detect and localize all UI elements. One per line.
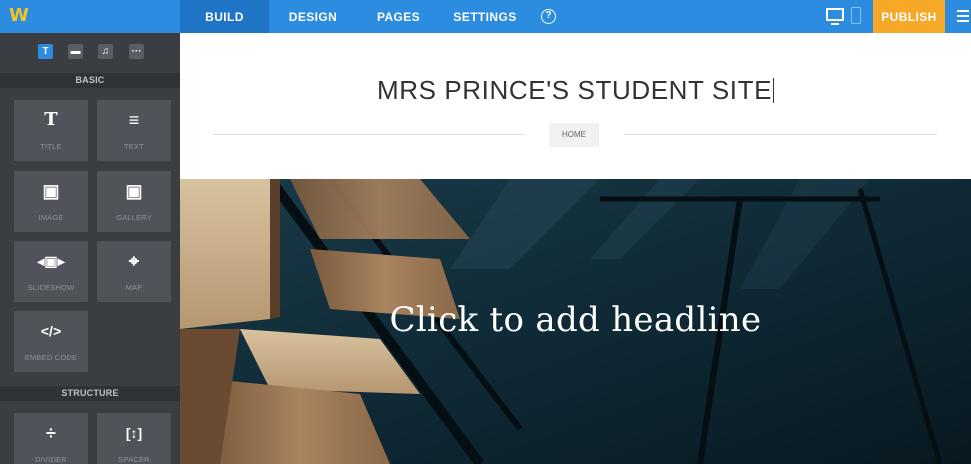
slideshow-icon: ◂▣▸ (37, 253, 65, 269)
spacer-icon: [↕] (125, 425, 143, 441)
hamburger-menu-icon[interactable] (957, 10, 969, 22)
element-label: MAP (125, 283, 143, 292)
element-label: GALLERY (116, 213, 152, 222)
site-title-text[interactable]: MRS PRINCE'S STUDENT SITE (377, 75, 772, 105)
element-label: IMAGE (38, 213, 64, 222)
help-icon[interactable]: ? (541, 9, 556, 24)
nav-home-link[interactable]: HOME (549, 123, 599, 147)
element-embed-code[interactable]: </> EMBED CODE (14, 311, 88, 372)
mobile-view-icon[interactable] (851, 7, 861, 24)
element-label: TITLE (40, 142, 62, 151)
top-bar: W BUILD DESIGN PAGES SETTINGS ? PUBLISH (0, 0, 971, 33)
nav-divider-right (624, 134, 937, 135)
logo-area: W (0, 0, 180, 33)
element-label: EMBED CODE (24, 353, 78, 362)
weebly-logo[interactable]: W (9, 6, 29, 26)
sidebar-tabs: T ▬ ♫ ··· (0, 33, 180, 73)
divider-icon: ÷ (46, 423, 56, 443)
element-title[interactable]: T TITLE (14, 100, 88, 161)
element-label: TEXT (124, 142, 144, 151)
text-cursor (773, 78, 775, 103)
basic-section-header: BASIC (0, 73, 180, 88)
title-icon: T (44, 109, 58, 130)
publish-button[interactable]: PUBLISH (873, 0, 945, 33)
site-header: MRS PRINCE'S STUDENT SITE HOME (180, 33, 971, 179)
element-label: SPACER (118, 455, 150, 464)
element-spacer[interactable]: [↕] SPACER (97, 413, 171, 464)
nav-settings[interactable]: SETTINGS (440, 0, 530, 33)
nav-build[interactable]: BUILD (180, 0, 269, 33)
element-divider[interactable]: ÷ DIVIDER (14, 413, 88, 464)
element-map[interactable]: ⌖ MAP (97, 241, 171, 302)
element-text[interactable]: ≡ TEXT (97, 100, 171, 161)
more-tab-icon[interactable]: ··· (129, 44, 144, 59)
image-icon: ▣ (42, 181, 60, 201)
hero-banner[interactable]: Click to add headline (180, 179, 971, 464)
element-gallery[interactable]: ▣ GALLERY (97, 171, 171, 232)
gallery-icon: ▣ (125, 181, 143, 201)
element-image[interactable]: ▣ IMAGE (14, 171, 88, 232)
code-icon: </> (40, 323, 62, 339)
elements-sidebar: T ▬ ♫ ··· BASIC T TITLE ≡ TEXT ▣ IMAGE ▣… (0, 33, 180, 464)
nav-design[interactable]: DESIGN (269, 0, 357, 33)
element-slideshow[interactable]: ◂▣▸ SLIDESHOW (14, 241, 88, 302)
text-tab-icon[interactable]: T (38, 44, 53, 59)
element-label: DIVIDER (35, 455, 67, 464)
desktop-view-icon[interactable] (826, 8, 844, 25)
text-icon: ≡ (128, 110, 140, 130)
nav-pages[interactable]: PAGES (357, 0, 440, 33)
music-tab-icon[interactable]: ♫ (98, 44, 113, 59)
site-title[interactable]: MRS PRINCE'S STUDENT SITE (180, 75, 971, 106)
structure-section-header: STRUCTURE (0, 386, 180, 401)
hero-headline[interactable]: Click to add headline (180, 300, 971, 340)
nav-divider-left (213, 134, 525, 135)
layout-tab-icon[interactable]: ▬ (68, 44, 83, 59)
element-label: SLIDESHOW (27, 283, 75, 292)
map-pin-icon: ⌖ (128, 251, 140, 271)
